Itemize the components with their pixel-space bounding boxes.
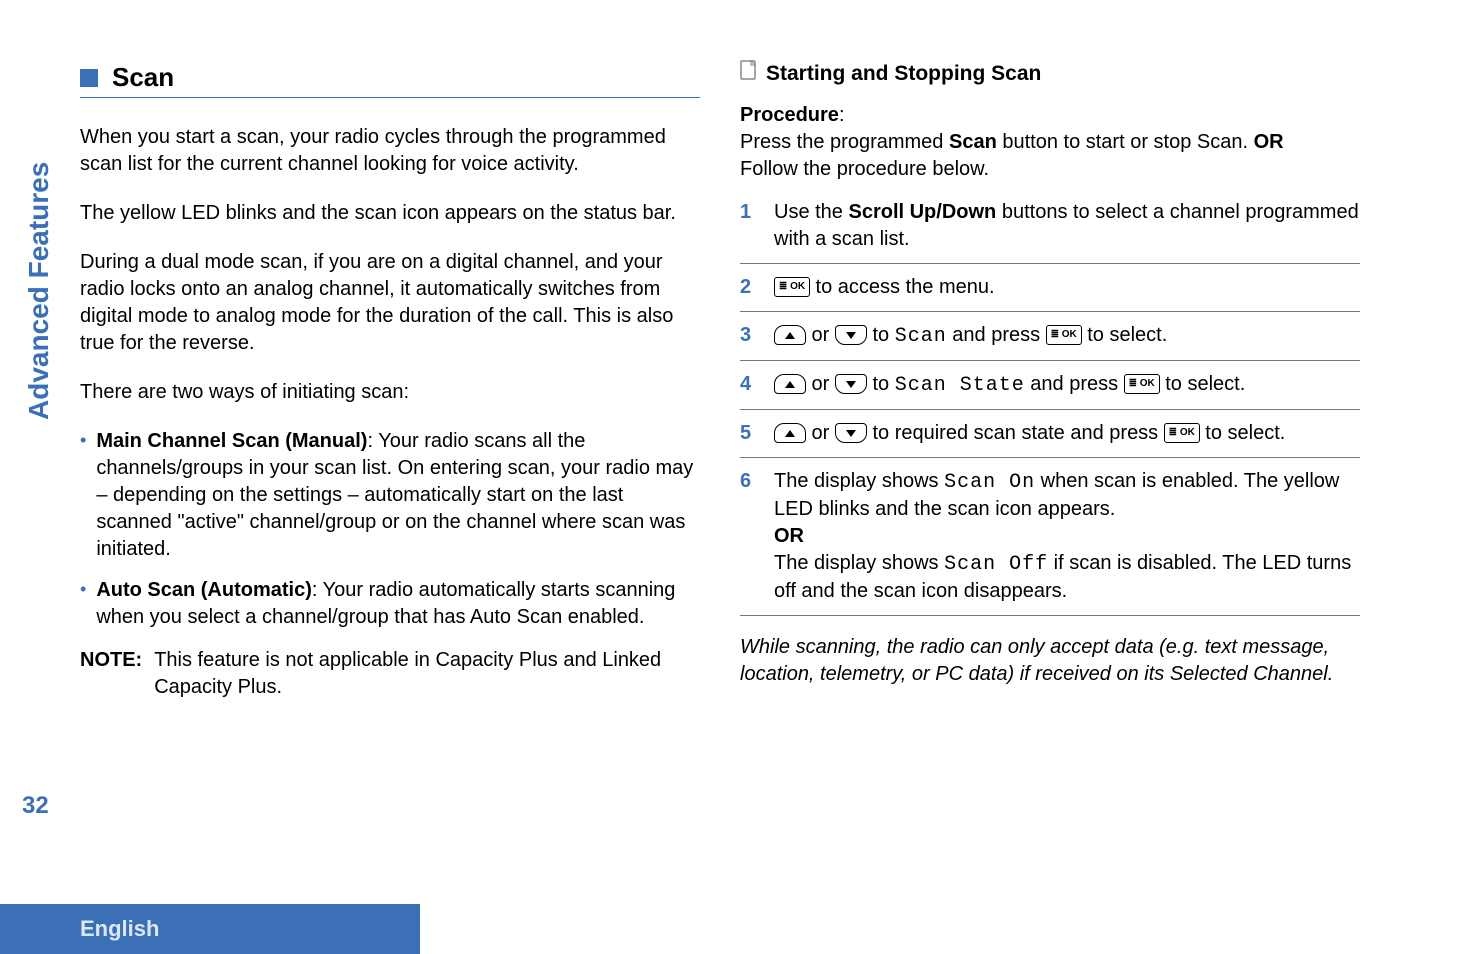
lcd-text: Scan On [944, 471, 1035, 494]
step-6: 6 The display shows Scan On when scan is… [740, 458, 1360, 616]
text: and press [1025, 373, 1124, 395]
text: to select. [1160, 373, 1246, 395]
step-number: 1 [740, 199, 758, 253]
subheading-text: Starting and Stopping Scan [766, 60, 1041, 88]
step-number: 5 [740, 420, 758, 447]
bullet-text: Auto Scan (Automatic): Your radio automa… [96, 577, 700, 631]
ok-key-icon: ≣ OK [1124, 374, 1160, 394]
note-label: NOTE: [80, 647, 142, 701]
section-heading-scan: Scan [80, 60, 700, 98]
step-4: 4 or to Scan State and press ≣ OK to sel… [740, 361, 1360, 410]
bullet-list: • Main Channel Scan (Manual): Your radio… [80, 428, 700, 631]
text: Press the programmed [740, 131, 949, 153]
text: Follow the procedure below. [740, 158, 989, 180]
step-body: or to required scan state and press ≣ OK… [774, 420, 1360, 447]
list-item: • Auto Scan (Automatic): Your radio auto… [80, 577, 700, 631]
paragraph: The yellow LED blinks and the scan icon … [80, 200, 700, 227]
bullet-text: Main Channel Scan (Manual): Your radio s… [96, 428, 700, 563]
procedure-steps: 1 Use the Scroll Up/Down buttons to sele… [740, 189, 1360, 616]
text: button to start or stop Scan. [997, 131, 1254, 153]
step-body: ≣ OK to access the menu. [774, 274, 1360, 301]
ok-key-icon: ≣ OK [1046, 325, 1082, 345]
ok-key-icon: ≣ OK [1164, 423, 1200, 443]
step-number: 4 [740, 371, 758, 399]
text: The display shows [774, 552, 944, 574]
procedure-label: Procedure [740, 104, 839, 126]
text: to required scan state and press [867, 422, 1164, 444]
subheading-row: Starting and Stopping Scan [740, 60, 1360, 88]
or-word: OR [1254, 131, 1284, 153]
step-3: 3 or to Scan and press ≣ OK to select. [740, 312, 1360, 361]
down-arrow-icon [835, 374, 867, 394]
step-body: Use the Scroll Up/Down buttons to select… [774, 199, 1360, 253]
page-number: 32 [22, 790, 49, 822]
note-block: NOTE: This feature is not applicable in … [80, 647, 700, 701]
bold-text: Scroll Up/Down [848, 201, 996, 223]
text: to access the menu. [810, 276, 995, 298]
tail-note: While scanning, the radio can only accep… [740, 634, 1360, 688]
text: to select. [1200, 422, 1286, 444]
step-body: The display shows Scan On when scan is e… [774, 468, 1360, 605]
text: or [806, 373, 835, 395]
heading-text: Scan [112, 60, 174, 95]
paragraph: During a dual mode scan, if you are on a… [80, 249, 700, 357]
text: to [867, 324, 895, 346]
down-arrow-icon [835, 325, 867, 345]
text: Use the [774, 201, 848, 223]
note-text: This feature is not applicable in Capaci… [154, 647, 700, 701]
step-2: 2 ≣ OK to access the menu. [740, 264, 1360, 312]
text: or [806, 422, 835, 444]
step-number: 2 [740, 274, 758, 301]
heading-bullet-icon [80, 69, 98, 87]
text: and press [947, 324, 1046, 346]
bullet-dot-icon: • [80, 577, 86, 631]
bullet-bold: Auto Scan (Automatic) [96, 579, 312, 601]
up-arrow-icon [774, 374, 806, 394]
step-1: 1 Use the Scroll Up/Down buttons to sele… [740, 189, 1360, 264]
sidebar-section-label: Advanced Features [20, 162, 58, 420]
right-column: Starting and Stopping Scan Procedure: Pr… [740, 60, 1360, 710]
bullet-dot-icon: • [80, 428, 86, 563]
text: to select. [1082, 324, 1168, 346]
step-number: 3 [740, 322, 758, 350]
lcd-text: Scan State [895, 374, 1025, 397]
scan-word: Scan [949, 131, 997, 153]
colon: : [839, 104, 845, 126]
footer-language-bar: English [0, 904, 420, 954]
text: The display shows [774, 470, 944, 492]
paragraph: When you start a scan, your radio cycles… [80, 124, 700, 178]
lcd-text: Scan Off [944, 553, 1048, 576]
procedure-intro: Procedure: Press the programmed Scan but… [740, 102, 1360, 183]
paragraph: There are two ways of initiating scan: [80, 379, 700, 406]
ok-key-icon: ≣ OK [774, 277, 810, 297]
list-item: • Main Channel Scan (Manual): Your radio… [80, 428, 700, 563]
up-arrow-icon [774, 325, 806, 345]
footer-language: English [80, 914, 159, 944]
up-arrow-icon [774, 423, 806, 443]
step-body: or to Scan and press ≣ OK to select. [774, 322, 1360, 350]
or-word: OR [774, 525, 804, 547]
down-arrow-icon [835, 423, 867, 443]
step-number: 6 [740, 468, 758, 605]
step-5: 5 or to required scan state and press ≣ … [740, 410, 1360, 458]
lcd-text: Scan [895, 325, 947, 348]
bullet-bold: Main Channel Scan (Manual) [96, 430, 367, 452]
step-body: or to Scan State and press ≣ OK to selec… [774, 371, 1360, 399]
text: to [867, 373, 895, 395]
left-column: Scan When you start a scan, your radio c… [80, 60, 700, 710]
text: or [806, 324, 835, 346]
document-icon [740, 60, 756, 88]
